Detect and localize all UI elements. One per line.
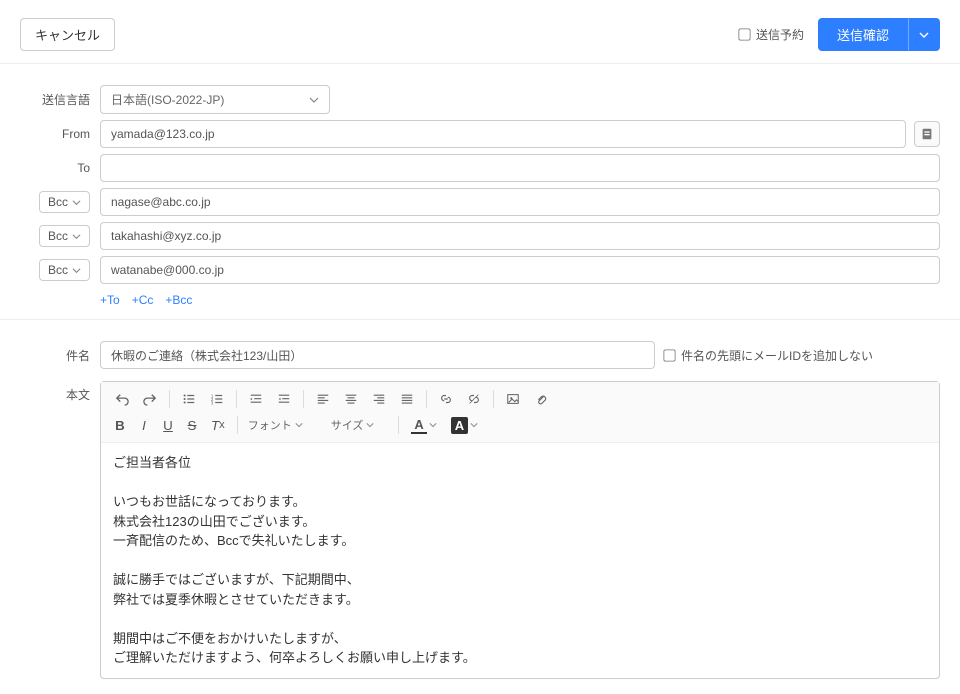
chevron-down-icon [72,232,81,241]
size-dropdown[interactable]: サイズ [327,417,379,433]
add-bcc-link[interactable]: +Bcc [165,293,192,307]
subject-noid-label: 件名の先頭にメールIDを追加しない [681,347,873,364]
subject-label: 件名 [0,347,100,364]
from-input[interactable] [100,120,906,148]
attach-button[interactable] [528,388,554,410]
lang-value: 日本語(ISO-2022-JP) [111,91,224,108]
image-icon [506,392,520,406]
chevron-down-icon [470,421,478,429]
chevron-down-icon [366,421,374,429]
font-dropdown[interactable]: フォント [244,417,307,433]
bg-color-button[interactable]: A [445,414,484,436]
from-label: From [0,127,100,141]
list-ol-button[interactable]: 123 [204,388,230,410]
chevron-down-icon [429,421,437,429]
address-book-icon [920,127,934,141]
body-textarea[interactable]: ご担当者各位 いつもお世話になっております。 株式会社123の山田でございます。… [101,443,939,678]
outdent-button[interactable] [243,388,269,410]
svg-text:3: 3 [211,400,214,405]
align-left-icon [316,392,330,406]
italic-button[interactable]: I [133,414,155,436]
undo-button[interactable] [109,388,135,410]
bcc-type-3[interactable]: Bcc [39,259,90,281]
subject-noid-checkbox[interactable] [663,349,675,361]
outdent-icon [249,392,263,406]
body-label: 本文 [0,381,100,403]
chevron-down-icon [309,95,319,105]
align-right-button[interactable] [366,388,392,410]
subject-noid-checkbox-wrap[interactable]: 件名の先頭にメールIDを追加しない [663,347,873,364]
editor-toolbar: 123 B [101,382,939,443]
align-right-icon [372,392,386,406]
image-button[interactable] [500,388,526,410]
add-to-link[interactable]: +To [100,293,120,307]
address-book-button[interactable] [914,121,940,147]
body-editor: 123 B [100,381,940,679]
send-confirm-button[interactable]: 送信確認 [818,18,908,51]
lang-select[interactable]: 日本語(ISO-2022-JP) [100,85,330,114]
unlink-icon [467,392,481,406]
undo-icon [115,392,129,406]
chevron-down-icon [919,30,929,40]
underline-button[interactable]: U [157,414,179,436]
chevron-down-icon [295,421,303,429]
list-ol-icon: 123 [210,392,224,406]
align-justify-button[interactable] [394,388,420,410]
unlink-button[interactable] [461,388,487,410]
paperclip-icon [534,392,548,406]
send-confirm-caret[interactable] [908,18,940,51]
list-ul-button[interactable] [176,388,202,410]
bold-button[interactable]: B [109,414,131,436]
align-center-icon [344,392,358,406]
schedule-send-checkbox[interactable] [738,28,750,40]
link-button[interactable] [433,388,459,410]
bcc-input-1[interactable] [100,188,940,216]
list-ul-icon [182,392,196,406]
clear-format-button[interactable]: Tx [205,414,231,436]
bcc-input-2[interactable] [100,222,940,250]
cancel-button[interactable]: キャンセル [20,18,115,51]
to-label: To [0,161,100,175]
chevron-down-icon [72,198,81,207]
redo-button[interactable] [137,388,163,410]
redo-icon [143,392,157,406]
bcc-type-1[interactable]: Bcc [39,191,90,213]
indent-button[interactable] [271,388,297,410]
link-icon [439,392,453,406]
align-left-button[interactable] [310,388,336,410]
strike-button[interactable]: S [181,414,203,436]
schedule-send-label: 送信予約 [756,26,804,43]
bcc-type-2[interactable]: Bcc [39,225,90,247]
lang-label: 送信言語 [0,91,100,108]
add-cc-link[interactable]: +Cc [132,293,154,307]
subject-input[interactable] [100,341,655,369]
chevron-down-icon [72,266,81,275]
align-center-button[interactable] [338,388,364,410]
to-input[interactable] [100,154,940,182]
bcc-input-3[interactable] [100,256,940,284]
indent-icon [277,392,291,406]
text-color-button[interactable]: A [405,414,442,436]
align-justify-icon [400,392,414,406]
schedule-send-checkbox-wrap[interactable]: 送信予約 [738,26,804,43]
